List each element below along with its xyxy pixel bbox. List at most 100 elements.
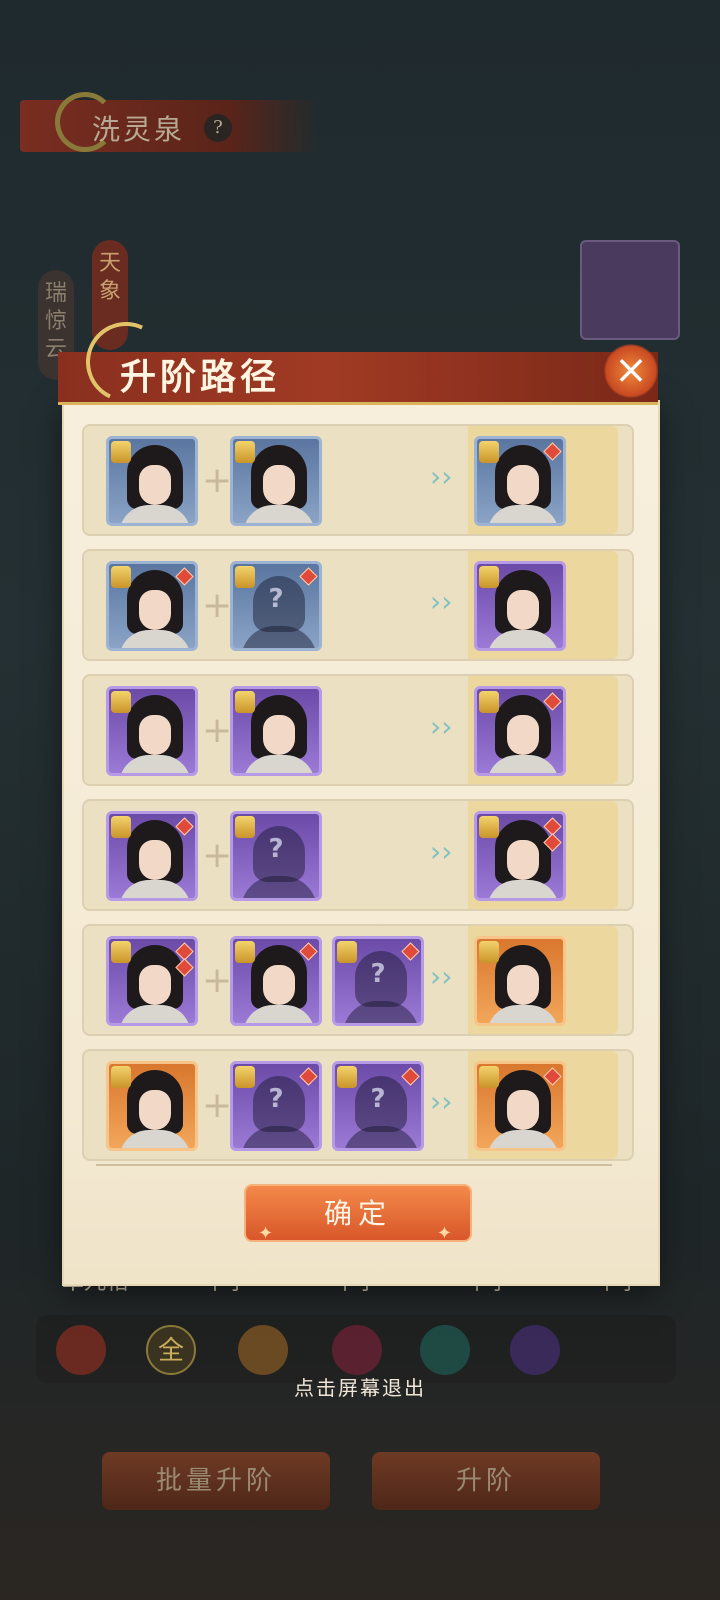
gem-icon <box>401 1067 420 1086</box>
seal-badge-icon <box>235 1066 255 1088</box>
all-element-icon[interactable]: 全 <box>146 1325 196 1375</box>
unknown-character-card[interactable]: ? <box>230 1061 322 1151</box>
seal-badge-icon <box>111 566 131 588</box>
seal-badge-icon <box>479 566 499 588</box>
upgrade-path-row: ? + ›› <box>82 924 634 1036</box>
diamond-ornament-icon: ✦ <box>436 1223 458 1244</box>
arrow-right-icon: ›› <box>430 585 453 618</box>
upgrade-path-row: ?? + ›› <box>82 1049 634 1161</box>
portrait-face <box>507 715 539 755</box>
confirm-label: 确定 <box>323 1197 392 1230</box>
character-card[interactable] <box>230 686 322 776</box>
batch-upgrade-button[interactable]: 批量升阶 <box>102 1452 330 1510</box>
portrait-face <box>263 715 295 755</box>
portrait-face <box>139 1090 171 1130</box>
result-character-card[interactable] <box>474 1061 566 1151</box>
gem-icon <box>299 567 318 586</box>
seal-badge-icon <box>337 941 357 963</box>
unknown-character-card[interactable]: ? <box>332 1061 424 1151</box>
portrait-robe <box>243 505 315 523</box>
close-button[interactable]: × <box>604 344 658 398</box>
silhouette-body <box>343 1126 419 1148</box>
spirit-element-icon[interactable] <box>510 1325 560 1375</box>
character-card[interactable] <box>106 561 198 651</box>
portrait-robe <box>119 1130 191 1148</box>
page-title: 洗灵泉 <box>92 113 186 146</box>
seal-badge-icon <box>111 1066 131 1088</box>
character-card[interactable] <box>230 436 322 526</box>
portrait-face <box>507 465 539 505</box>
unknown-character-card[interactable]: ? <box>230 561 322 651</box>
portrait-face <box>139 965 171 1005</box>
seal-badge-icon <box>479 816 499 838</box>
portrait-robe <box>119 755 191 773</box>
silhouette-body <box>241 876 317 898</box>
silhouette-body <box>241 1126 317 1148</box>
question-mark-icon: ? <box>268 1084 284 1114</box>
seal-badge-icon <box>337 1066 357 1088</box>
fire-element-icon[interactable] <box>56 1325 106 1375</box>
gem-icon <box>401 942 420 961</box>
plus-icon: + <box>202 460 233 501</box>
seal-badge-icon <box>479 441 499 463</box>
divider <box>96 1164 612 1166</box>
plus-icon: + <box>202 710 233 751</box>
seal-badge-icon <box>235 691 255 713</box>
portrait-robe <box>487 1005 559 1023</box>
upgrade-button[interactable]: 升阶 <box>372 1452 600 1510</box>
portrait-robe <box>487 755 559 773</box>
arrow-right-icon: ›› <box>430 835 453 868</box>
portrait-robe <box>119 1005 191 1023</box>
exit-hint[interactable]: 点击屏幕退出 <box>0 1372 720 1401</box>
result-character-card[interactable] <box>474 561 566 651</box>
portrait-face <box>263 965 295 1005</box>
character-card[interactable] <box>106 1061 198 1151</box>
portrait-face <box>263 465 295 505</box>
result-character-card[interactable] <box>474 436 566 526</box>
flame-element-icon[interactable] <box>332 1325 382 1375</box>
plus-icon: + <box>202 585 233 626</box>
seal-badge-icon <box>479 1066 499 1088</box>
plus-icon: + <box>202 1085 233 1126</box>
result-character-card[interactable] <box>474 811 566 901</box>
unknown-character-card[interactable]: ? <box>332 936 424 1026</box>
question-mark-icon: ? <box>370 1084 386 1114</box>
portrait-robe <box>243 755 315 773</box>
plus-icon: + <box>202 835 233 876</box>
portrait-robe <box>119 880 191 898</box>
water-element-icon[interactable] <box>420 1325 470 1375</box>
unknown-character-card[interactable]: ? <box>230 811 322 901</box>
character-card[interactable] <box>106 811 198 901</box>
seal-badge-icon <box>479 941 499 963</box>
confirm-button[interactable]: ✦ 确定 ✦ <box>244 1184 472 1244</box>
portrait-face <box>507 840 539 880</box>
portrait-face <box>507 590 539 630</box>
result-character-card[interactable] <box>474 936 566 1026</box>
lotus-element-icon[interactable] <box>238 1325 288 1375</box>
bg-character-card <box>580 240 680 340</box>
question-mark-icon: ? <box>370 959 386 989</box>
result-character-card[interactable] <box>474 686 566 776</box>
seal-badge-icon <box>235 441 255 463</box>
character-card[interactable] <box>230 936 322 1026</box>
portrait-face <box>507 1090 539 1130</box>
upgrade-path-row: ? + ›› <box>82 549 634 661</box>
upgrade-path-row: + ›› <box>82 424 634 536</box>
arrow-right-icon: ›› <box>430 460 453 493</box>
portrait-face <box>139 715 171 755</box>
arrow-right-icon: ›› <box>430 710 453 743</box>
character-card[interactable] <box>106 686 198 776</box>
character-card[interactable] <box>106 936 198 1026</box>
seal-badge-icon <box>479 691 499 713</box>
arrow-right-icon: ›› <box>430 960 453 993</box>
dialog-title: 升阶路径 <box>120 356 281 398</box>
seal-badge-icon <box>235 941 255 963</box>
silhouette-body <box>241 626 317 648</box>
help-icon[interactable]: ? <box>204 114 232 142</box>
portrait-robe <box>487 880 559 898</box>
question-mark-icon: ? <box>268 584 284 614</box>
portrait-face <box>139 465 171 505</box>
seal-badge-icon <box>235 566 255 588</box>
character-card[interactable] <box>106 436 198 526</box>
seal-badge-icon <box>111 691 131 713</box>
